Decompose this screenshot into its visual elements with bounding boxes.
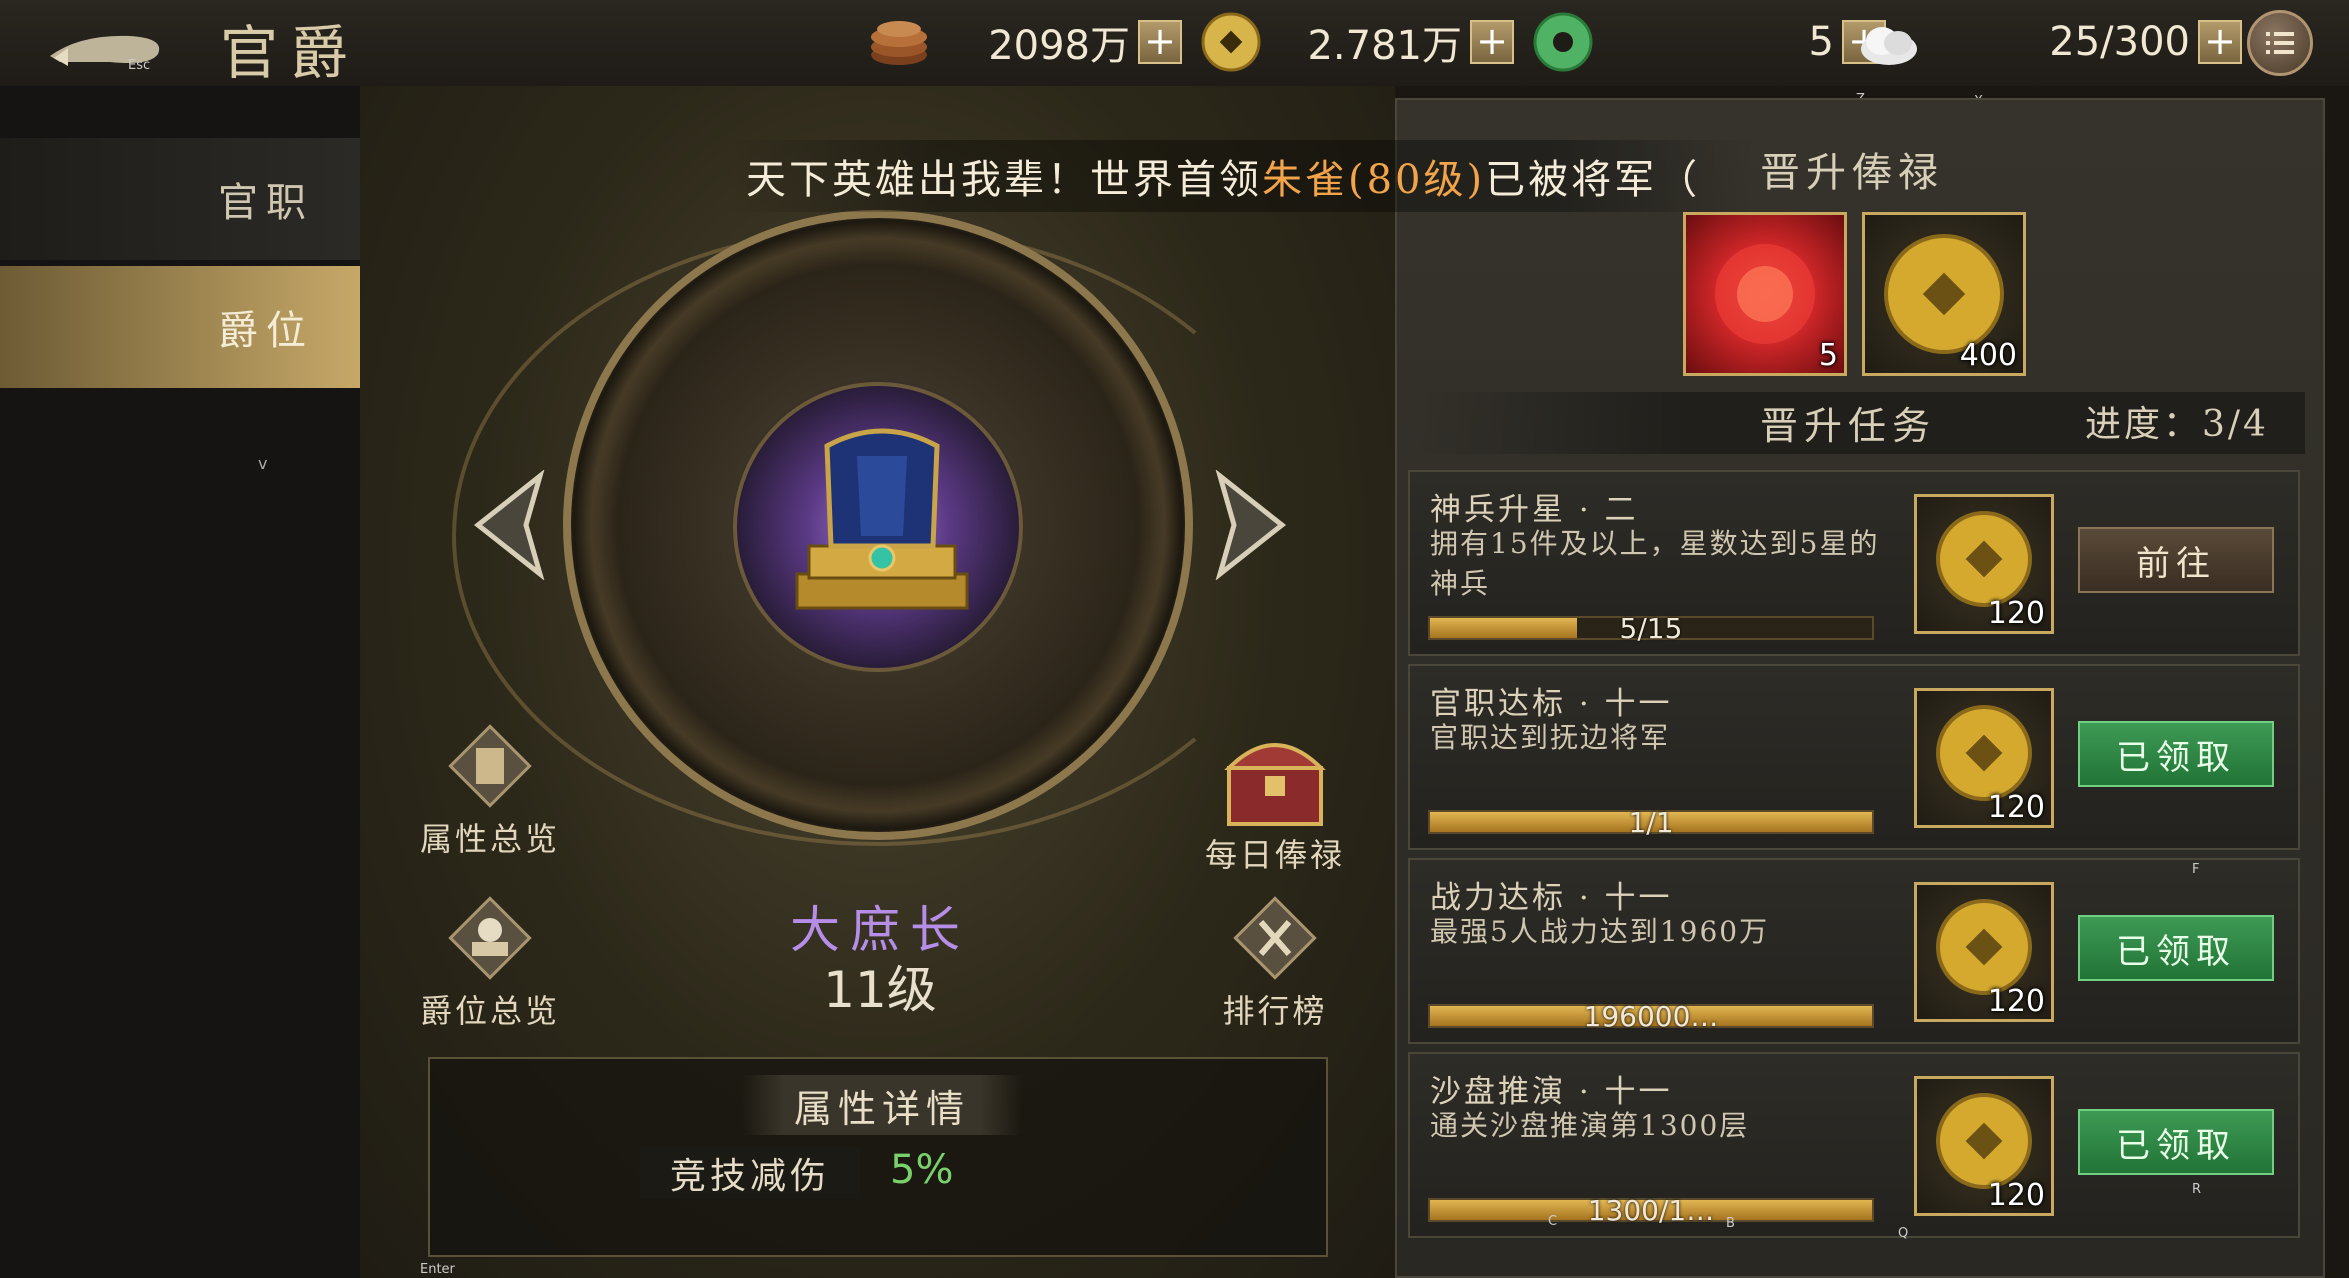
task-reward-count: 120 [1987, 1178, 2045, 1213]
task-reward[interactable]: 120 [1914, 494, 2054, 634]
broadcast-banner: 天下英雄出我辈！世界首领 朱雀(80级) 已被将军（ [730, 140, 1755, 212]
c-hint: C [1548, 1214, 1558, 1229]
promotion-progress: 进度：3/4 [2085, 404, 2269, 445]
sidebar-more-indicator: v [258, 454, 268, 473]
task-progress-bar: 196000… [1428, 1000, 1874, 1033]
chevron-right-icon [1215, 469, 1287, 581]
attribute-overview-label: 属性总览 [419, 820, 560, 858]
task-reward-count: 120 [1987, 790, 2045, 825]
previous-rank-button[interactable] [470, 469, 550, 581]
leaderboard-label: 排行榜 [1222, 992, 1328, 1030]
resource-gold: 2.781万 + [1200, 12, 1514, 72]
task-description: 拥有15件及以上，星数达到5星的神兵 [1430, 527, 1880, 600]
title-overview-label: 爵位总览 [419, 992, 560, 1030]
scroll-icon [442, 718, 538, 814]
go-button[interactable]: 前往 [2078, 527, 2274, 593]
task-reward[interactable]: 120 [1914, 1076, 2054, 1216]
esc-hint: Esc [128, 58, 151, 73]
add-stamina-button[interactable]: + [2198, 20, 2242, 64]
promotion-tasks-header: 晋升任务 [1760, 404, 1937, 448]
task-name: 官职达标 · 十一 [1430, 686, 1673, 722]
add-gold-button[interactable]: + [1470, 20, 1514, 64]
copper-value: 2098万 [988, 23, 1130, 69]
sidebar: 官职 爵位 v [0, 86, 360, 1278]
sidebar-item-official-post[interactable]: 官职 [0, 138, 360, 260]
page-title: 官爵 [220, 19, 361, 87]
reward-red-orb[interactable]: 5 [1683, 212, 1847, 376]
enter-hint: Enter [420, 1262, 455, 1277]
jade-icon [1533, 12, 1593, 72]
task-progress-text: 1/1 [1628, 806, 1674, 839]
menu-button[interactable] [2247, 10, 2313, 76]
task-card: 神兵升星 · 二 拥有15件及以上，星数达到5星的神兵 5/15 120 前往 [1408, 470, 2300, 656]
reward-count: 5 [1818, 338, 1838, 373]
resource-jade: 5 + [1532, 12, 1886, 72]
q-hint: Q [1898, 1226, 1909, 1241]
claimed-button[interactable]: 已领取 [2078, 915, 2274, 981]
back-button[interactable]: Esc [40, 14, 180, 76]
gold-coin-icon [1201, 12, 1261, 72]
task-card: 官职达标 · 十一 官职达到抚边将军 1/1 120 已领取 [1408, 664, 2300, 850]
broadcast-suffix: 已被将军（ [1485, 157, 1701, 203]
leaderboard-button[interactable]: 排行榜 [1185, 890, 1365, 1032]
task-card: 沙盘推演 · 十一 通关沙盘推演第1300层 1300/1… 120 已领取 [1408, 1052, 2300, 1238]
task-reward-count: 120 [1987, 596, 2045, 631]
task-description: 通关沙盘推演第1300层 [1430, 1109, 1750, 1142]
gold-value: 2.781万 [1307, 23, 1462, 69]
task-name: 战力达标 · 十一 [1430, 880, 1673, 916]
steamed-bun-icon [1861, 27, 1917, 65]
top-bar: Esc 官爵 2098万 + 2.781万 + 5 + 25/300 + [0, 0, 2349, 115]
task-progress-text: 196000… [1583, 1000, 1719, 1033]
stamina-value: 25/300 [2049, 19, 2190, 65]
next-rank-button[interactable] [1210, 469, 1290, 581]
title-overview-button[interactable]: 爵位总览 [400, 890, 580, 1032]
copper-coins-icon [871, 21, 927, 65]
task-description: 最强5人战力达到1960万 [1430, 915, 1770, 948]
task-reward[interactable]: 120 [1914, 688, 2054, 828]
resource-copper: 2098万 + [868, 14, 1182, 70]
chevron-left-icon [473, 469, 545, 581]
treasure-chest-icon [1215, 718, 1335, 830]
task-progress-bar: 5/15 [1428, 612, 1874, 645]
daily-salary-label: 每日俸禄 [1204, 836, 1345, 874]
task-progress-bar: 1/1 [1428, 806, 1874, 839]
broadcast-highlight: 朱雀(80级) [1262, 157, 1486, 203]
claimed-button[interactable]: 已领取 [2078, 721, 2274, 787]
seal-icon [442, 890, 538, 986]
task-progress-text: 5/15 [1619, 612, 1683, 645]
sidebar-item-nobility[interactable]: 爵位 [0, 266, 360, 388]
promotion-salary-header: 晋升俸禄 [1760, 150, 1944, 196]
task-progress-bar: 1300/1… [1428, 1194, 1874, 1227]
broadcast-prefix: 天下英雄出我辈！世界首领 [746, 157, 1262, 203]
task-card: 战力达标 · 十一 最强5人战力达到1960万 196000… 120 已领取 [1408, 858, 2300, 1044]
task-reward-count: 120 [1987, 984, 2045, 1019]
f-hint: F [2192, 862, 2200, 877]
rank-level: 11级 [823, 961, 937, 1019]
task-reward[interactable]: 120 [1914, 882, 2054, 1022]
crossed-swords-shield-icon [1227, 890, 1323, 986]
attribute-overview-button[interactable]: 属性总览 [400, 718, 580, 860]
add-copper-button[interactable]: + [1138, 20, 1182, 64]
back-arrow-icon [50, 35, 160, 66]
attribute-value: 5% [890, 1147, 954, 1193]
rank-medallion-center [733, 382, 1023, 672]
task-name: 神兵升星 · 二 [1430, 492, 1639, 528]
task-progress-text: 1300/1… [1587, 1194, 1715, 1227]
throne-icon [795, 428, 969, 610]
task-description: 官职达到抚边将军 [1430, 721, 1671, 754]
claimed-button[interactable]: 已领取 [2078, 1109, 2274, 1175]
attribute-details-header: 属性详情 [742, 1075, 1022, 1135]
jade-value: 5 [1808, 19, 1834, 65]
b-hint: B [1726, 1216, 1735, 1231]
attribute-key: 竞技减伤 [640, 1147, 860, 1199]
r-hint: R [2192, 1182, 2202, 1197]
reward-gold-coin[interactable]: 400 [1862, 212, 2026, 376]
menu-list-icon [2266, 32, 2294, 54]
task-name: 沙盘推演 · 十一 [1430, 1074, 1673, 1110]
reward-count: 400 [1959, 338, 2017, 373]
resource-stamina: 25/300 + [1858, 14, 2242, 70]
daily-salary-button[interactable]: 每日俸禄 [1185, 718, 1365, 876]
